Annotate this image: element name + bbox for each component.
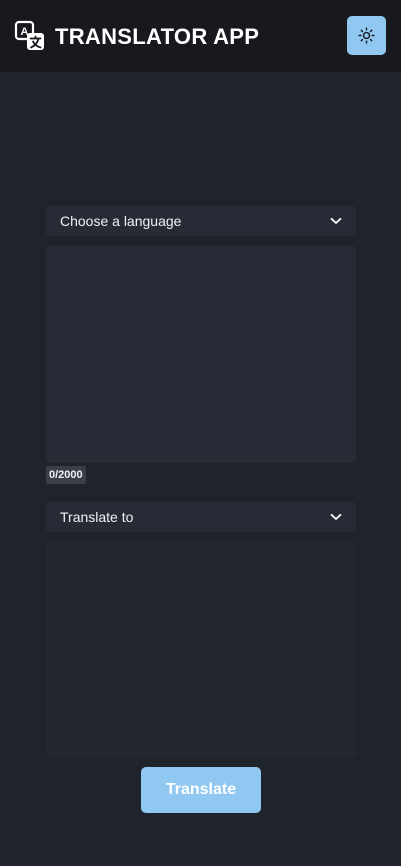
translate-button[interactable]: Translate [141, 767, 261, 813]
target-language-select[interactable]: Translate to [46, 502, 356, 532]
sun-icon [358, 27, 375, 44]
app-header: A TRANSLATOR APP [0, 0, 401, 72]
target-language-label: Translate to [60, 509, 134, 525]
theme-toggle-button[interactable] [347, 16, 386, 55]
source-language-label: Choose a language [60, 213, 182, 229]
chevron-down-icon [330, 513, 342, 520]
source-language-select[interactable]: Choose a language [46, 206, 356, 236]
chevron-down-icon [330, 217, 342, 224]
char-counter: 0/2000 [46, 466, 86, 484]
source-text-input[interactable] [46, 246, 356, 463]
app-title: TRANSLATOR APP [55, 24, 260, 49]
translation-output [46, 541, 356, 757]
translate-icon: A [14, 20, 44, 50]
